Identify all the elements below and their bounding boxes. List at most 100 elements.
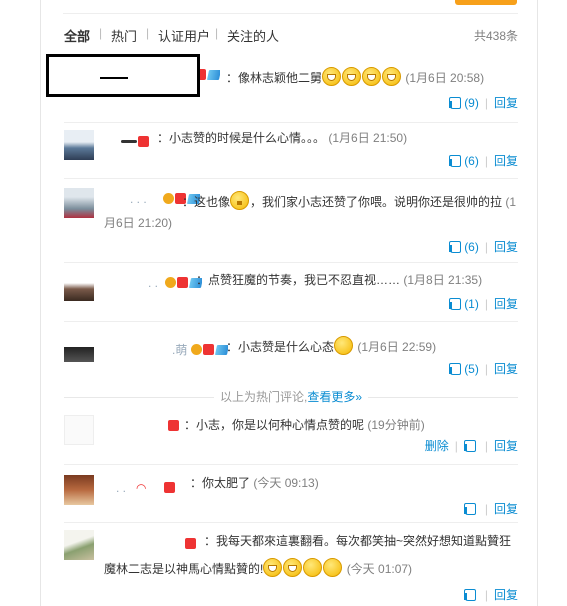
comment-item: . . ◠ ：你太肥了 (今天 09:13) | 回复 [64,475,518,519]
comment-text: ：小志赞是什么心态 (1月6日 22:59) [226,336,436,358]
vip-badge-icon [168,420,179,431]
commenter-name[interactable] [120,135,149,149]
reply-button[interactable]: 回复 [494,362,518,376]
like-button[interactable] [463,588,479,602]
comment-item: . . ：点赞狂魔的节奏，我已不忍直视…… (1月8日 21:35) (1) | 回… [64,271,518,315]
comment-text: ：像林志颖他二舅 (1月6日 20:58) [226,67,484,89]
commenter-name[interactable] [167,419,179,433]
tab-hot[interactable]: 热门 [111,26,137,45]
comment-text: ：你太肥了 (今天 09:13) [190,476,319,490]
reply-button[interactable]: 回复 [494,297,518,311]
shy-emoji-icon [334,336,354,355]
avatar[interactable] [64,530,94,560]
shy-emoji-icon [303,558,323,577]
comment-actions: | 回复 [463,586,518,603]
comment-time: (今天 01:07) [346,562,413,576]
shy-emoji-icon [323,558,343,577]
vip-badge-icon [138,136,149,147]
grin-emoji-icon [362,67,382,86]
delete-button[interactable]: 删除 [425,439,449,453]
thumbs-up-icon [463,503,476,515]
crown-badge-icon [164,277,176,288]
comment-item: ：我每天都來這裏翻看。每次都笑抽~突然好想知道點贊狂 魔林二志是以神馬心情點贊的… [64,530,518,603]
crown-badge-icon [190,344,202,355]
tab-separator: | [99,26,103,40]
name-redaction [121,140,137,143]
laugh-emoji-icon [283,558,303,577]
redaction-mark [100,77,128,79]
reply-button[interactable]: 回复 [494,502,518,516]
avatar[interactable] [64,415,94,445]
commenter-name[interactable] [184,537,196,551]
comment-divider [64,522,518,523]
comment-text-line: ：这也像 ，我们家小志还赞了你喂。说明你还是很帅的拉 (1 [182,191,516,213]
thumbs-up-icon [463,589,476,601]
comment-total-count: 共438条 [473,29,518,43]
comment-divider [64,262,518,263]
comment-divider [64,321,518,322]
thumbs-up-icon [449,363,462,375]
thumbs-up-icon [449,241,462,253]
reply-button[interactable]: 回复 [494,439,518,453]
comment-time: (今天 09:13) [253,476,319,490]
comment-actions: 删除 | | 回复 [424,439,518,453]
avatar[interactable] [64,130,94,160]
comment-actions: (9) | 回复 [449,94,518,111]
see-more-link[interactable]: 查看更多» [307,390,362,404]
comment-actions: (1) | 回复 [449,295,518,312]
reply-button[interactable]: 回复 [494,154,518,168]
avatar[interactable] [64,188,94,218]
level-badge-icon [206,70,220,80]
like-button[interactable]: (6) [449,240,479,254]
like-button[interactable]: (6) [449,154,479,168]
comment-item: .萌 ：小志赞是什么心态 (1月6日 22:59) (5) | 回复 [64,332,518,380]
comment-item: . . . ：这也像 ，我们家小志还赞了你喂。说明你还是很帅的拉 (1 月6日 2… [64,188,518,256]
comment-time: (1月6日 22:59) [357,340,437,354]
crown-badge-icon [163,193,175,204]
comment-actions: (6) | 回复 [449,152,518,169]
reply-button[interactable]: 回复 [494,96,518,110]
comment-filter-bar: 全部 | 热门 | 认证用户 | 关注的人 共438条 [64,24,518,46]
commenter-name[interactable]: .萌 [172,341,228,358]
tab-all[interactable]: 全部 [64,26,90,45]
tab-separator: | [146,26,150,40]
grin-emoji-icon [322,67,342,86]
thumbs-up-icon [463,440,476,452]
comment-divider [64,122,518,123]
like-button[interactable]: (9) [449,96,479,110]
thumbs-up-icon [449,97,462,109]
like-button[interactable] [463,439,479,453]
laugh-emoji-icon [263,558,283,577]
like-button[interactable]: (5) [449,362,479,376]
comment-actions: (5) | 回复 [449,360,518,377]
avatar[interactable] [64,475,94,505]
comment-text: ：小志，你是以何种心情点赞的呢 (19分钟前) [184,418,425,432]
tab-separator: | [215,26,219,40]
hot-comments-divider: 以上为热门评论,查看更多» [64,388,518,406]
comment-text: ：小志赞的时候是什么心情。。。 (1月6日 21:50) [157,131,408,145]
reply-button[interactable]: 回复 [494,240,518,254]
comment-actions: | 回复 [463,500,518,517]
avatar[interactable] [64,271,94,301]
redaction-box [46,54,200,97]
panel-right-border [537,0,538,606]
top-accent-button[interactable] [455,0,517,5]
comment-time: (1月6日 20:58) [405,71,485,85]
thumbs-up-icon [449,155,462,167]
grin-emoji-icon [342,67,362,86]
tab-following[interactable]: 关注的人 [227,26,279,45]
thinking-emoji-icon [230,191,250,210]
tab-verified[interactable]: 认证用户 [158,26,210,45]
comment-time: 月6日 21:20) [104,216,173,230]
comment-divider [64,178,518,179]
comment-actions: (6) | 回复 [449,238,518,255]
reply-button[interactable]: 回复 [494,588,518,602]
like-button[interactable] [463,502,479,516]
avatar[interactable] [64,332,94,362]
commenter-name[interactable]: . . ◠ [116,481,176,495]
commenter-name[interactable]: . . [148,276,202,290]
vip-badge-icon [185,538,196,549]
vip-badge-icon [202,344,214,355]
like-button[interactable]: (1) [449,297,479,311]
comment-item: ：小志，你是以何种心情点赞的呢 (19分钟前) 删除 | | 回复 [64,415,518,461]
